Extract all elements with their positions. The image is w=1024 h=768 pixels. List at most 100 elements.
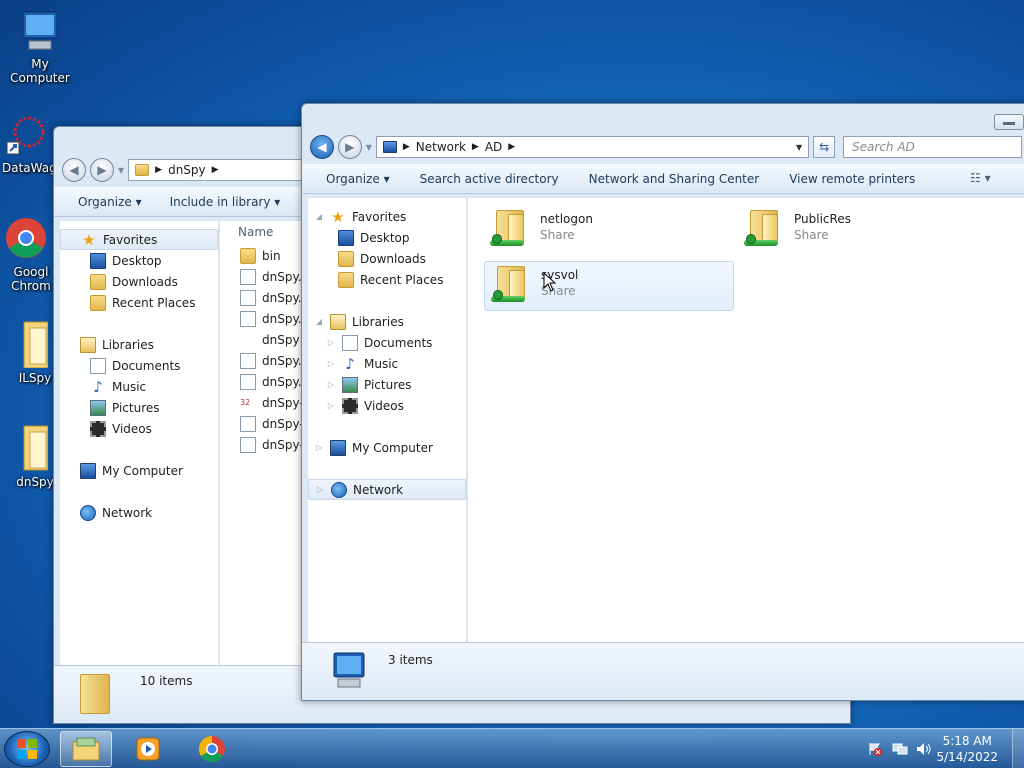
breadcrumb-separator-icon: ▶ <box>211 165 219 175</box>
search-input[interactable]: Search AD <box>843 136 1022 158</box>
taskbar-explorer-button[interactable] <box>60 731 112 767</box>
history-dropdown-icon[interactable]: ▼ <box>366 143 372 152</box>
nav-downloads[interactable]: Downloads <box>308 248 466 269</box>
action-center-icon[interactable] <box>868 742 882 756</box>
address-bar[interactable]: ▶ dnSpy ▶ <box>128 159 309 181</box>
nav-my-computer[interactable]: My Computer <box>60 460 218 481</box>
nav-my-computer[interactable]: ▷ My Computer <box>308 437 466 458</box>
nav-documents[interactable]: Documents <box>60 355 218 376</box>
share-name: PublicRes <box>794 212 851 226</box>
network-icon <box>80 504 96 521</box>
taskbar-media-player-button[interactable] <box>122 731 174 767</box>
history-dropdown-icon[interactable]: ▼ <box>118 166 124 175</box>
collapse-arrow-icon[interactable]: ◢ <box>314 212 324 221</box>
forward-button[interactable]: ▶ <box>337 135 362 159</box>
back-button[interactable]: ◀ <box>62 158 86 182</box>
nav-desktop[interactable]: Desktop <box>308 227 466 248</box>
desktop-icon-ilspy[interactable]: ILSpy <box>0 318 56 385</box>
nav-music[interactable]: ♪ Music <box>60 376 218 397</box>
nav-pictures[interactable]: Pictures <box>60 397 218 418</box>
navigation-pane: ★ Favorites Desktop Downloads Recent Plac… <box>60 221 219 665</box>
system-clock[interactable]: 5:18 AM 5/14/2022 <box>936 733 998 765</box>
file-icon <box>240 310 256 327</box>
breadcrumb-item[interactable]: dnSpy <box>168 163 206 177</box>
address-bar[interactable]: ▶ Network ▶ AD ▶ ▼ <box>375 136 810 158</box>
forward-button[interactable]: ▶ <box>90 158 114 182</box>
nav-videos[interactable]: ▷ Videos <box>308 395 466 416</box>
file-icon <box>240 268 256 285</box>
expand-arrow-icon[interactable]: ▷ <box>326 338 336 347</box>
collapse-arrow-icon[interactable]: ◢ <box>314 317 324 326</box>
expand-arrow-icon[interactable]: ▷ <box>314 443 324 452</box>
documents-icon <box>342 334 358 351</box>
taskbar: 5:18 AM 5/14/2022 <box>0 728 1024 768</box>
star-icon: ★ <box>82 230 96 249</box>
desktop-icon <box>90 252 106 269</box>
recent-places-icon <box>338 271 354 288</box>
nav-downloads[interactable]: Downloads <box>60 271 218 292</box>
network-and-sharing-center-button[interactable]: Network and Sharing Center <box>589 172 760 186</box>
minimize-button[interactable] <box>994 114 1024 130</box>
navigation-pane: ◢ ★ Favorites Desktop Downloads Recent Pla… <box>308 198 467 642</box>
explorer-folder-icon <box>72 737 100 761</box>
nav-pictures[interactable]: ▷ Pictures <box>308 374 466 395</box>
nav-libraries[interactable]: Libraries <box>60 334 218 355</box>
nav-favorites[interactable]: ★ Favorites <box>60 229 218 250</box>
search-active-directory-button[interactable]: Search active directory <box>420 172 559 186</box>
network-status-icon[interactable] <box>892 742 908 756</box>
nav-network[interactable]: Network <box>60 502 218 523</box>
include-in-library-button[interactable]: Include in library ▾ <box>170 195 281 209</box>
nav-recent-places[interactable]: Recent Places <box>60 292 218 313</box>
nav-recent-places[interactable]: Recent Places <box>308 269 466 290</box>
x32-icon: 32 <box>240 397 251 407</box>
organize-button[interactable]: Organize ▾ <box>326 172 390 186</box>
expand-arrow-icon[interactable]: ▷ <box>315 485 325 494</box>
volume-icon[interactable] <box>916 742 931 756</box>
desktop-icon-label: ILSpy <box>18 371 52 385</box>
address-row: ◀ ▶ ▼ ▶ Network ▶ AD ▶ ▼ ⇆ Search AD <box>302 130 1024 164</box>
breadcrumb-ad[interactable]: AD <box>485 140 502 154</box>
nav-music[interactable]: ▷ ♪ Music <box>308 353 466 374</box>
desktop-icon-label: dnSpy <box>16 475 54 489</box>
libraries-icon <box>330 313 346 330</box>
share-netlogon[interactable]: netlogon Share <box>484 206 734 256</box>
taskbar-chrome-button[interactable] <box>186 731 238 767</box>
blank-icon <box>240 332 256 348</box>
minimize-icon <box>1003 122 1015 125</box>
desktop-icon-datawag[interactable]: DataWag <box>0 112 57 175</box>
nav-libraries[interactable]: ◢ Libraries <box>308 311 466 332</box>
desktop-icon-dnspy[interactable]: dnSpy <box>0 422 56 489</box>
expand-arrow-icon[interactable]: ▷ <box>326 380 336 389</box>
title-bar[interactable] <box>302 104 1024 130</box>
expand-arrow-icon[interactable]: ▷ <box>326 401 336 410</box>
nav-videos[interactable]: Videos <box>60 418 218 439</box>
nav-desktop[interactable]: Desktop <box>60 250 218 271</box>
show-desktop-button[interactable] <box>1012 729 1024 768</box>
chrome-icon <box>0 214 46 262</box>
clock-date: 5/14/2022 <box>936 750 998 764</box>
mouse-cursor-icon <box>543 271 557 295</box>
view-options-icon[interactable]: ☷ ▾ <box>970 171 991 185</box>
nav-favorites[interactable]: ◢ ★ Favorites <box>308 206 466 227</box>
media-player-icon <box>136 737 160 761</box>
nav-network[interactable]: ▷ Network <box>308 479 466 500</box>
share-sysvol[interactable]: sysvol Share <box>484 261 734 311</box>
clock-time: 5:18 AM <box>942 734 992 748</box>
folder-icon <box>8 318 49 369</box>
address-dropdown-icon[interactable]: ▼ <box>796 143 802 152</box>
expand-arrow-icon[interactable]: ▷ <box>326 359 336 368</box>
share-publicres[interactable]: PublicRes Share <box>738 206 988 256</box>
explorer-window-ad[interactable]: ◀ ▶ ▼ ▶ Network ▶ AD ▶ ▼ ⇆ Search AD Org… <box>301 103 1024 701</box>
breadcrumb-network[interactable]: Network <box>416 140 466 154</box>
desktop-icon-my-computer[interactable]: My Computer <box>0 8 80 85</box>
network-share-folder-icon <box>488 208 534 250</box>
view-remote-printers-button[interactable]: View remote printers <box>789 172 915 186</box>
start-button[interactable] <box>4 731 50 767</box>
desktop-icon-chrome[interactable]: Googl Chrom <box>0 214 54 293</box>
item-count: 3 items <box>388 653 433 667</box>
refresh-button[interactable]: ⇆ <box>813 136 836 158</box>
organize-button[interactable]: Organize ▾ <box>78 195 142 209</box>
documents-icon <box>90 357 106 374</box>
nav-documents[interactable]: ▷ Documents <box>308 332 466 353</box>
back-button[interactable]: ◀ <box>310 135 334 159</box>
